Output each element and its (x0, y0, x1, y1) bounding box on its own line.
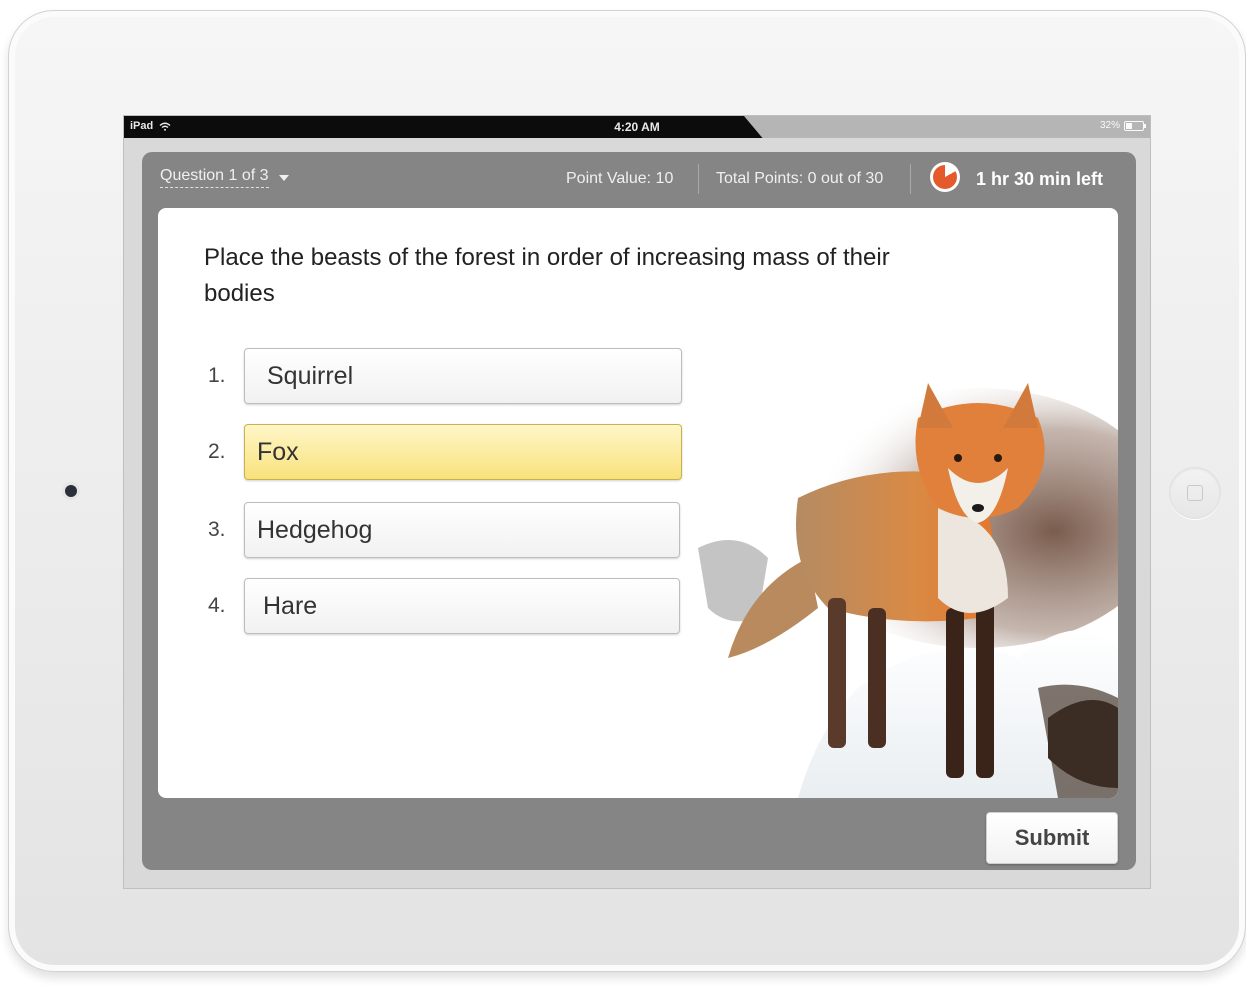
list-item: 1. Squirrel (208, 348, 682, 404)
answer-number: 2. (208, 440, 226, 463)
question-text: Place the beasts of the forest in order … (204, 244, 890, 307)
timer-icon (930, 162, 960, 192)
battery-percent: 32% (1099, 120, 1120, 131)
chevron-down-icon (278, 174, 289, 181)
answer-number: 3. (208, 518, 226, 541)
battery-icon (1124, 120, 1146, 131)
divider (910, 164, 911, 194)
list-item: 3. Hedgehog (208, 502, 680, 558)
total-points: Total Points: 0 out of 30 (716, 170, 884, 187)
answer-item-draggable[interactable]: Squirrel (244, 348, 682, 404)
answer-number: 1. (208, 364, 226, 387)
answer-item-draggable[interactable]: Hare (244, 578, 680, 634)
answer-item-draggable[interactable]: Fox (244, 424, 682, 480)
home-button[interactable] (1169, 467, 1221, 519)
status-time: 4:20 AM (614, 120, 660, 134)
ipad-device-frame: iPad 4:20 AM 32% Question 1 of 3 Point V (8, 10, 1246, 972)
status-bar: iPad 4:20 AM 32% (124, 116, 1150, 138)
ipad-screen: iPad 4:20 AM 32% Question 1 of 3 Point V (123, 115, 1151, 889)
time-left: 1 hr 30 min left (976, 169, 1104, 189)
answer-item-draggable[interactable]: Hedgehog (244, 502, 680, 558)
list-item: 4. Hare (208, 578, 680, 634)
quiz-app: Question 1 of 3 Point Value: 10 Total Po… (142, 152, 1136, 870)
list-item: 2. Fox (208, 424, 682, 480)
question-card: Place the beasts of the forest in order … (158, 208, 1118, 798)
question-selector[interactable]: Question 1 of 3 (160, 167, 289, 188)
camera-icon (65, 485, 77, 497)
point-value: Point Value: 10 (566, 170, 674, 187)
answer-number: 4. (208, 594, 226, 617)
submit-button[interactable]: Submit (986, 812, 1118, 864)
question-selector-label: Question 1 of 3 (160, 167, 269, 188)
quiz-toolbar: Question 1 of 3 Point Value: 10 Total Po… (142, 152, 1136, 206)
divider (698, 164, 699, 194)
fox-photo (678, 358, 1118, 798)
